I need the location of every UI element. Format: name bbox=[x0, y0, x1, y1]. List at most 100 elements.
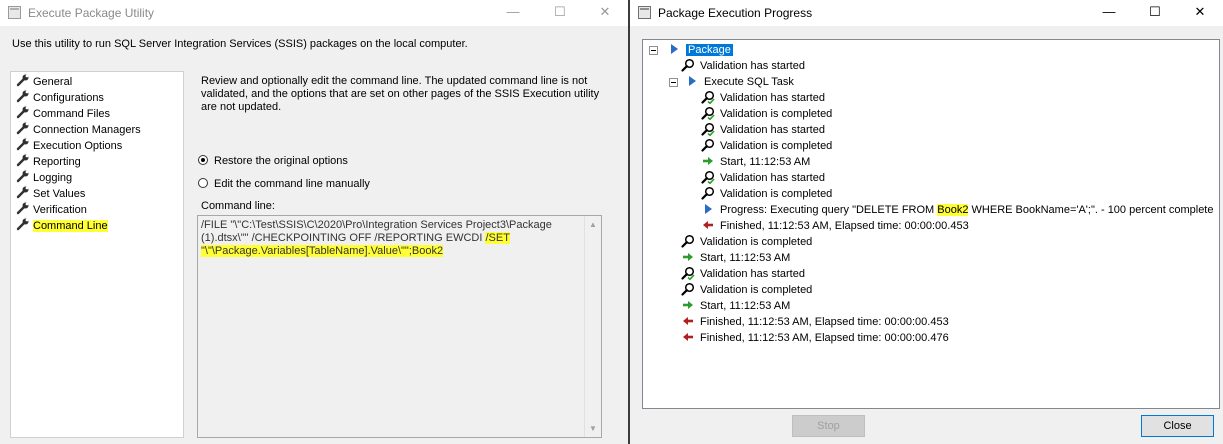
nav-item[interactable]: Logging bbox=[16, 170, 72, 185]
maximize-button[interactable]: ☐ bbox=[537, 0, 583, 26]
tree-node-label: Execute SQL Task bbox=[704, 76, 794, 88]
wrench-icon bbox=[16, 90, 30, 103]
nav-item-label: Set Values bbox=[33, 188, 86, 200]
maximize-button[interactable]: ☐ bbox=[1132, 0, 1178, 26]
magnifier-check-icon bbox=[701, 90, 715, 105]
command-line-description: Review and optionally edit the command l… bbox=[201, 75, 600, 113]
tree-node-label: Validation has started bbox=[700, 60, 805, 72]
tree-node[interactable]: Validation has started bbox=[681, 58, 805, 74]
tree-node[interactable]: Validation is completed bbox=[681, 282, 812, 298]
tree-node-label: Package bbox=[686, 44, 733, 56]
app-icon bbox=[638, 6, 651, 19]
tree-node-label: Start, 11:12:53 AM bbox=[700, 252, 791, 264]
magnifier-icon bbox=[701, 186, 715, 200]
tree-node-label: Validation has started bbox=[720, 92, 825, 104]
nav-item-label: Execution Options bbox=[33, 140, 123, 152]
wrench-icon bbox=[16, 218, 30, 231]
tree-node-label: Progress: Executing query "DELETE FROM bbox=[720, 204, 938, 216]
red-arrow-icon bbox=[701, 218, 715, 232]
magnifier-icon bbox=[681, 282, 695, 296]
tree-node-label: Finished, 11:12:53 AM, Elapsed time: 00:… bbox=[720, 220, 969, 232]
tree-node[interactable]: Finished, 11:12:53 AM, Elapsed time: 00:… bbox=[701, 218, 969, 234]
green-arrow-icon bbox=[701, 154, 715, 168]
tree-node-label: Validation is completed bbox=[720, 140, 833, 152]
magnifier-check-icon bbox=[701, 122, 715, 137]
nav-item-label: General bbox=[33, 76, 73, 88]
execute-package-utility-window: Execute Package Utility — ☐ ✕ Use this u… bbox=[0, 0, 628, 444]
nav-item[interactable]: Verification bbox=[16, 202, 87, 217]
tree-node[interactable]: Validation is completed bbox=[701, 106, 832, 122]
tree-node[interactable]: Validation is completed bbox=[701, 138, 832, 154]
vertical-scrollbar[interactable]: ▲ ▼ bbox=[584, 216, 601, 437]
tree-node[interactable]: Start, 11:12:53 AM bbox=[681, 298, 790, 314]
magnifier-check-icon bbox=[701, 106, 715, 121]
command-line-label: Command line: bbox=[201, 200, 275, 212]
window-title: Execute Package Utility bbox=[28, 6, 155, 20]
highlighted-table-name: Book2 bbox=[937, 204, 969, 216]
restore-options-radio[interactable]: Restore the original options bbox=[198, 154, 348, 169]
wrench-icon bbox=[16, 186, 30, 199]
tree-node-label: Finished, 11:12:53 AM, Elapsed time: 00:… bbox=[700, 316, 949, 328]
nav-item[interactable]: Configurations bbox=[16, 90, 104, 105]
nav-item-label: Command Line bbox=[33, 220, 108, 232]
nav-item-label: Command Files bbox=[33, 108, 111, 120]
play-icon bbox=[667, 42, 681, 56]
nav-item[interactable]: Command Line bbox=[16, 218, 108, 233]
wrench-icon bbox=[16, 106, 30, 119]
tree-node[interactable]: Validation is completed bbox=[681, 234, 812, 250]
tree-node-label: Start, 11:12:53 AM bbox=[700, 300, 791, 312]
nav-item[interactable]: Command Files bbox=[16, 106, 110, 121]
close-button[interactable]: Close bbox=[1141, 415, 1214, 437]
tree-node[interactable]: Start, 11:12:53 AM bbox=[701, 154, 810, 170]
tree-node[interactable]: Validation has started bbox=[701, 170, 825, 186]
scroll-down-icon[interactable]: ▼ bbox=[589, 424, 597, 433]
nav-item-label: Connection Managers bbox=[33, 124, 141, 136]
nav-item-label: Verification bbox=[33, 204, 87, 216]
tree-node-label: Start, 11:12:53 AM bbox=[720, 156, 811, 168]
nav-item[interactable]: Reporting bbox=[16, 154, 81, 169]
tree-node[interactable]: Package bbox=[667, 42, 733, 58]
green-arrow-icon bbox=[681, 250, 695, 264]
tree-node-label-rest: WHERE BookName='A';". - 100 percent comp… bbox=[968, 204, 1214, 216]
play-icon bbox=[685, 74, 699, 88]
command-line-textbox[interactable]: /FILE "\"C:\Test\SSIS\C\2020\Pro\Integra… bbox=[197, 215, 602, 438]
minimize-button[interactable]: — bbox=[1086, 0, 1132, 26]
collapse-toggle[interactable] bbox=[649, 46, 658, 55]
tree-node[interactable]: Progress: Executing query "DELETE FROM B… bbox=[701, 202, 1213, 218]
nav-item[interactable]: Connection Managers bbox=[16, 122, 141, 137]
command-line-text: /FILE "\"C:\Test\SSIS\C\2020\Pro\Integra… bbox=[201, 219, 579, 258]
nav-item-label: Reporting bbox=[33, 156, 81, 168]
progress-tree[interactable]: Package Validation has started Execute SQL… bbox=[642, 39, 1220, 409]
tree-node[interactable]: Validation has started bbox=[701, 122, 825, 138]
collapse-toggle[interactable] bbox=[669, 78, 678, 87]
scroll-up-icon[interactable]: ▲ bbox=[589, 220, 597, 229]
radio-selected-icon bbox=[198, 155, 208, 165]
wrench-icon bbox=[16, 122, 30, 135]
tree-node[interactable]: Validation has started bbox=[681, 266, 805, 282]
edit-manually-radio[interactable]: Edit the command line manually bbox=[198, 177, 370, 192]
close-window-button[interactable]: ✕ bbox=[1177, 0, 1223, 26]
intro-text: Use this utility to run SQL Server Integ… bbox=[12, 38, 468, 50]
window-title: Package Execution Progress bbox=[658, 6, 813, 20]
minimize-button[interactable]: — bbox=[490, 0, 536, 26]
stop-button[interactable]: Stop bbox=[792, 415, 865, 437]
nav-item[interactable]: General bbox=[16, 74, 72, 89]
tree-node[interactable]: Finished, 11:12:53 AM, Elapsed time: 00:… bbox=[681, 330, 949, 346]
wrench-icon bbox=[16, 202, 30, 215]
restore-options-label: Restore the original options bbox=[214, 155, 348, 167]
magnifier-icon bbox=[701, 138, 715, 152]
nav-item[interactable]: Execution Options bbox=[16, 138, 122, 153]
tree-node[interactable]: Start, 11:12:53 AM bbox=[681, 250, 790, 266]
magnifier-check-icon bbox=[701, 170, 715, 185]
tree-node[interactable]: Finished, 11:12:53 AM, Elapsed time: 00:… bbox=[681, 314, 949, 330]
tree-node[interactable]: Validation is completed bbox=[701, 186, 832, 202]
tree-node[interactable]: Validation has started bbox=[701, 90, 825, 106]
app-icon bbox=[8, 6, 21, 19]
tree-node-label: Finished, 11:12:53 AM, Elapsed time: 00:… bbox=[700, 332, 949, 344]
close-window-button[interactable]: ✕ bbox=[582, 0, 628, 26]
magnifier-icon bbox=[681, 58, 695, 72]
tree-node[interactable]: Execute SQL Task bbox=[685, 74, 794, 90]
nav-item[interactable]: Set Values bbox=[16, 186, 85, 201]
nav-item-label: Configurations bbox=[33, 92, 104, 104]
title-bar: Execute Package Utility — ☐ ✕ bbox=[0, 0, 628, 26]
